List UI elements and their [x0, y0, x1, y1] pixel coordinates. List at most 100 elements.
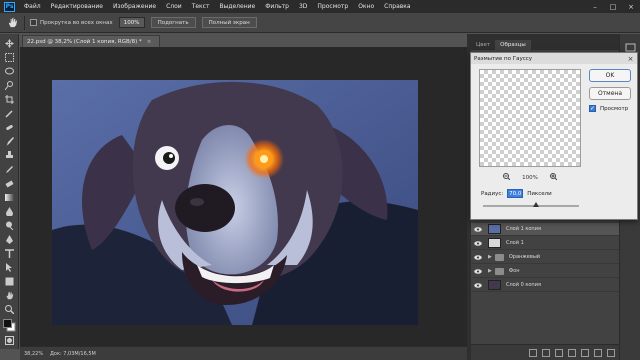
layer-name: Оранжевый [508, 254, 541, 260]
radius-input[interactable]: 70,0 [507, 189, 524, 198]
hand-tool-icon[interactable] [3, 290, 16, 301]
canvas-image[interactable] [52, 80, 418, 325]
crop-tool-icon[interactable] [3, 94, 16, 105]
tools-panel [0, 34, 19, 349]
menu-type[interactable]: Текст [187, 3, 215, 10]
color-swatches-icon[interactable] [3, 319, 16, 332]
eraser-tool-icon[interactable] [3, 178, 16, 189]
zoom-out-icon[interactable] [503, 173, 511, 182]
path-select-tool-icon[interactable] [3, 262, 16, 273]
dodge-tool-icon[interactable] [3, 220, 16, 231]
brush-tool-icon[interactable] [3, 136, 16, 147]
eye-icon[interactable] [471, 251, 485, 264]
hand-icon[interactable] [5, 16, 19, 30]
scroll-all-windows-checkbox[interactable] [30, 19, 37, 26]
dialog-title-bar[interactable]: Размытие по Гауссу × [471, 53, 637, 64]
menu-window[interactable]: Окно [353, 3, 379, 10]
status-bar: 38,22% Док: 7,03M/16,5M [20, 346, 467, 360]
new-layer-icon[interactable] [594, 348, 602, 357]
photoshop-logo-icon: Ps [4, 1, 15, 12]
checkmark-icon[interactable]: ✓ [589, 105, 596, 112]
link-icon[interactable] [529, 348, 537, 357]
gaussian-blur-dialog: Размытие по Гауссу × OK Отмена ✓ Просмот… [470, 52, 638, 220]
radius-unit: Пиксели [527, 190, 552, 197]
layer-row[interactable]: Слой 1 копия [471, 223, 619, 236]
full-screen-button[interactable]: Полный экран [201, 17, 257, 28]
layer-thumbnail [488, 224, 501, 234]
menu-3d[interactable]: 3D [294, 3, 312, 10]
menu-bar: Ps Файл Редактирование Изображение Слои … [0, 0, 640, 13]
zoom-tool-icon[interactable] [3, 304, 16, 315]
dialog-title: Размытие по Гауссу [474, 55, 533, 62]
zoom-in-icon[interactable] [549, 173, 558, 182]
menu-file[interactable]: Файл [19, 3, 46, 10]
radius-slider[interactable] [483, 205, 579, 207]
layer-row[interactable]: Слой 1 [471, 237, 619, 250]
chevron-right-icon[interactable]: ▶ [488, 254, 492, 260]
eye-icon[interactable] [471, 237, 485, 250]
eyedropper-tool-icon[interactable] [3, 108, 16, 119]
folder-icon [494, 253, 504, 261]
layer-row[interactable]: ▶ Фон [471, 265, 619, 278]
type-tool-icon[interactable] [3, 248, 16, 259]
eye-icon[interactable] [471, 279, 485, 292]
lasso-tool-icon[interactable] [3, 66, 16, 77]
tab-swatches[interactable]: Образцы [495, 40, 531, 50]
layers-footer [471, 344, 619, 360]
quick-select-tool-icon[interactable] [3, 80, 16, 91]
close-icon[interactable]: × [622, 0, 640, 13]
zoom-value-field[interactable]: 100% [118, 17, 145, 28]
clone-stamp-tool-icon[interactable] [3, 150, 16, 161]
menu-view[interactable]: Просмотр [312, 3, 353, 10]
document-tab[interactable]: 22.psd @ 38,2% (Слой 1 копия, RGB/8) * × [22, 35, 160, 47]
mask-icon[interactable] [555, 348, 563, 357]
menu-edit[interactable]: Редактирование [46, 3, 108, 10]
blur-tool-icon[interactable] [3, 206, 16, 217]
menu-image[interactable]: Изображение [108, 3, 161, 10]
close-icon[interactable]: × [626, 54, 635, 63]
maximize-icon[interactable]: □ [604, 0, 622, 13]
blur-preview[interactable] [479, 69, 581, 167]
options-divider [24, 15, 25, 30]
gradient-tool-icon[interactable] [3, 192, 16, 203]
layer-thumbnail [488, 280, 501, 290]
scroll-all-windows-label: Прокрутка во всех окнах [40, 19, 113, 26]
history-brush-tool-icon[interactable] [3, 164, 16, 175]
close-icon[interactable]: × [147, 39, 152, 45]
healing-brush-tool-icon[interactable] [3, 122, 16, 133]
menu-help[interactable]: Справка [379, 3, 415, 10]
layer-thumbnail [488, 238, 501, 248]
layer-row[interactable]: Слой 0 копия [471, 279, 619, 292]
menu-layers[interactable]: Слои [161, 3, 187, 10]
move-tool-icon[interactable] [3, 38, 16, 49]
eye-icon[interactable] [471, 223, 485, 236]
options-bar: Прокрутка во всех окнах 100% Подогнать П… [0, 13, 640, 33]
pen-tool-icon[interactable] [3, 234, 16, 245]
new-group-icon[interactable] [581, 348, 589, 357]
fx-icon[interactable] [542, 348, 550, 357]
radius-slider-thumb[interactable] [532, 202, 539, 207]
marquee-tool-icon[interactable] [3, 52, 16, 63]
tab-color[interactable]: Цвет [471, 40, 495, 50]
trash-icon[interactable] [607, 348, 615, 357]
quick-mask-icon[interactable] [3, 335, 16, 346]
document-title: 22.psd @ 38,2% (Слой 1 копия, RGB/8) * [27, 38, 142, 45]
shape-tool-icon[interactable] [3, 276, 16, 287]
menu-filter[interactable]: Фильтр [260, 3, 294, 10]
eye-icon[interactable] [471, 265, 485, 278]
minimize-icon[interactable]: – [586, 0, 604, 13]
layer-name: Слой 1 [506, 240, 524, 246]
radius-row: Радиус: 70,0 Пиксели [481, 189, 552, 198]
layer-name: Слой 0 копия [506, 282, 541, 288]
menu-select[interactable]: Выделение [214, 3, 260, 10]
chevron-right-icon[interactable]: ▶ [488, 268, 492, 274]
preview-checkbox[interactable]: ✓ Просмотр [589, 105, 628, 112]
fit-screen-button[interactable]: Подогнать [150, 17, 196, 28]
preview-zoom-value: 100% [522, 174, 538, 181]
ok-button[interactable]: OK [589, 69, 631, 82]
zoom-level[interactable]: 38,22% [20, 351, 50, 357]
radius-label: Радиус: [481, 190, 504, 197]
cancel-button[interactable]: Отмена [589, 87, 631, 100]
layer-row[interactable]: ▶ Оранжевый [471, 251, 619, 264]
adjustment-icon[interactable] [568, 348, 576, 357]
